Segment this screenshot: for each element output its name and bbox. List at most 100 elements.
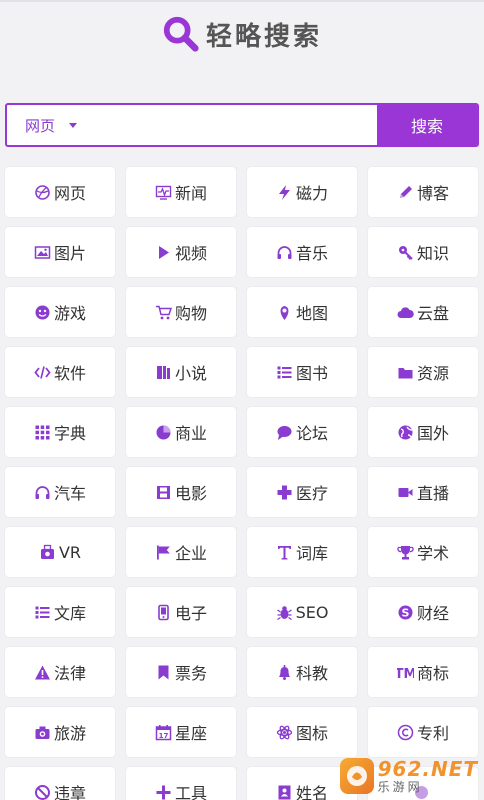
category-tile[interactable]: 电影 [126, 467, 236, 517]
bug-icon [276, 604, 293, 621]
category-tile[interactable]: 新闻 [126, 167, 236, 217]
category-tile[interactable]: 云盘 [368, 287, 478, 337]
grid-dots-icon [34, 424, 51, 441]
search-bar: 网页 搜索 [5, 103, 479, 147]
category-label: 汽车 [53, 484, 86, 503]
headphones-icon [276, 244, 293, 261]
category-tile[interactable]: 汽车 [5, 467, 115, 517]
engine-select[interactable]: 网页 [7, 105, 105, 145]
video-camera-icon [397, 484, 414, 501]
category-tile[interactable]: SEO [247, 587, 357, 637]
svg-text:S: S [402, 606, 410, 619]
category-label: 词库 [295, 544, 328, 563]
headphones-icon [34, 484, 51, 501]
category-tile[interactable]: 网页 [5, 167, 115, 217]
watermark-name: 乐游网 [377, 780, 423, 794]
category-tile[interactable]: 字典 [5, 407, 115, 457]
category-label: 商业 [174, 424, 207, 443]
category-label: 文库 [53, 604, 86, 623]
category-tile[interactable]: 论坛 [247, 407, 357, 457]
category-label: 工具 [174, 784, 207, 800]
category-label: 网页 [53, 184, 86, 203]
key-icon [397, 244, 414, 261]
brand-title: 轻略搜索 [205, 21, 322, 52]
category-tile[interactable]: 博客 [368, 167, 478, 217]
pulse-monitor-icon [155, 184, 172, 201]
skype-icon: S [397, 604, 414, 621]
category-tile[interactable]: TM 商标 [368, 647, 478, 697]
category-tile[interactable]: 医疗 [247, 467, 357, 517]
atom-icon [276, 724, 293, 741]
category-tile[interactable]: 知识 [368, 227, 478, 277]
category-tile[interactable]: 音乐 [247, 227, 357, 277]
category-tile[interactable]: 专利 [368, 707, 478, 757]
category-tile[interactable]: 工具 [126, 767, 236, 800]
category-tile[interactable]: 地图 [247, 287, 357, 337]
category-label: 软件 [53, 364, 86, 383]
svg-text:TM: TM [397, 667, 414, 681]
category-label: 新闻 [174, 184, 207, 203]
trophy-icon [397, 544, 414, 561]
category-tile[interactable]: 电子 [126, 587, 236, 637]
category-label: 直播 [416, 484, 449, 503]
category-tile[interactable]: 企业 [126, 527, 236, 577]
category-tile[interactable]: 图书 [247, 347, 357, 397]
list-icon [34, 604, 51, 621]
category-tile[interactable]: 票务 [126, 647, 236, 697]
category-tile[interactable]: 游戏 [5, 287, 115, 337]
category-label: 图片 [53, 244, 86, 263]
category-tile[interactable]: 文库 [5, 587, 115, 637]
flag-icon [155, 544, 172, 561]
lightning-icon [276, 184, 293, 201]
category-label: 知识 [416, 244, 449, 263]
map-pin-icon [276, 304, 293, 321]
category-label: 音乐 [295, 244, 328, 263]
search-button[interactable]: 搜索 [377, 105, 477, 145]
category-tile[interactable]: 商业 [126, 407, 236, 457]
category-tile[interactable]: 图标 [247, 707, 357, 757]
category-tile[interactable]: 小说 [126, 347, 236, 397]
category-label: 姓名 [295, 784, 328, 800]
category-tile[interactable]: 法律 [5, 647, 115, 697]
category-tile[interactable]: 图片 [5, 227, 115, 277]
category-tile[interactable]: 违章 [5, 767, 115, 800]
category-label: 字典 [53, 424, 86, 443]
category-tile[interactable]: 磁力 [247, 167, 357, 217]
svg-text:17: 17 [159, 732, 169, 740]
engine-select-label: 网页 [25, 116, 56, 135]
search-logo-icon [163, 16, 199, 52]
category-tile[interactable]: 旅游 [5, 707, 115, 757]
category-label: 视频 [174, 244, 207, 263]
warning-icon [34, 664, 51, 681]
category-tile[interactable]: 视频 [126, 227, 236, 277]
category-label: 科教 [295, 664, 328, 683]
code-icon [34, 364, 51, 381]
category-label: 学术 [416, 544, 449, 563]
category-tile[interactable]: 国外 [368, 407, 478, 457]
category-grid: 网页 新闻 磁力 博客图片 视频 音乐 知识游戏 购物 地图 云盘软件 小说 图书 资源字典 商业 论坛 国外… [5, 167, 479, 800]
category-label: 医疗 [295, 484, 328, 503]
category-tile[interactable]: 资源 [368, 347, 478, 397]
picture-icon [34, 244, 51, 261]
category-tile[interactable]: 词库 [247, 527, 357, 577]
globe-icon [34, 184, 51, 201]
game-face-icon [34, 304, 51, 321]
category-tile[interactable]: 购物 [126, 287, 236, 337]
category-tile[interactable]: 科教 [247, 647, 357, 697]
cart-icon [155, 304, 172, 321]
category-tile[interactable]: VR [5, 527, 115, 577]
category-tile[interactable]: 学术 [368, 527, 478, 577]
plus-icon [155, 784, 172, 800]
category-label: 磁力 [295, 184, 328, 203]
search-input[interactable] [105, 105, 377, 145]
category-tile[interactable]: 直播 [368, 467, 478, 517]
category-label: 商标 [416, 664, 449, 683]
cloud-icon [397, 304, 414, 321]
camera-icon [34, 724, 51, 741]
category-label: 购物 [174, 304, 207, 323]
category-tile[interactable]: 17 星座 [126, 707, 236, 757]
category-tile[interactable]: 软件 [5, 347, 115, 397]
category-tile[interactable]: S 财经 [368, 587, 478, 637]
category-label: 云盘 [416, 304, 449, 323]
category-label: 企业 [174, 544, 207, 563]
